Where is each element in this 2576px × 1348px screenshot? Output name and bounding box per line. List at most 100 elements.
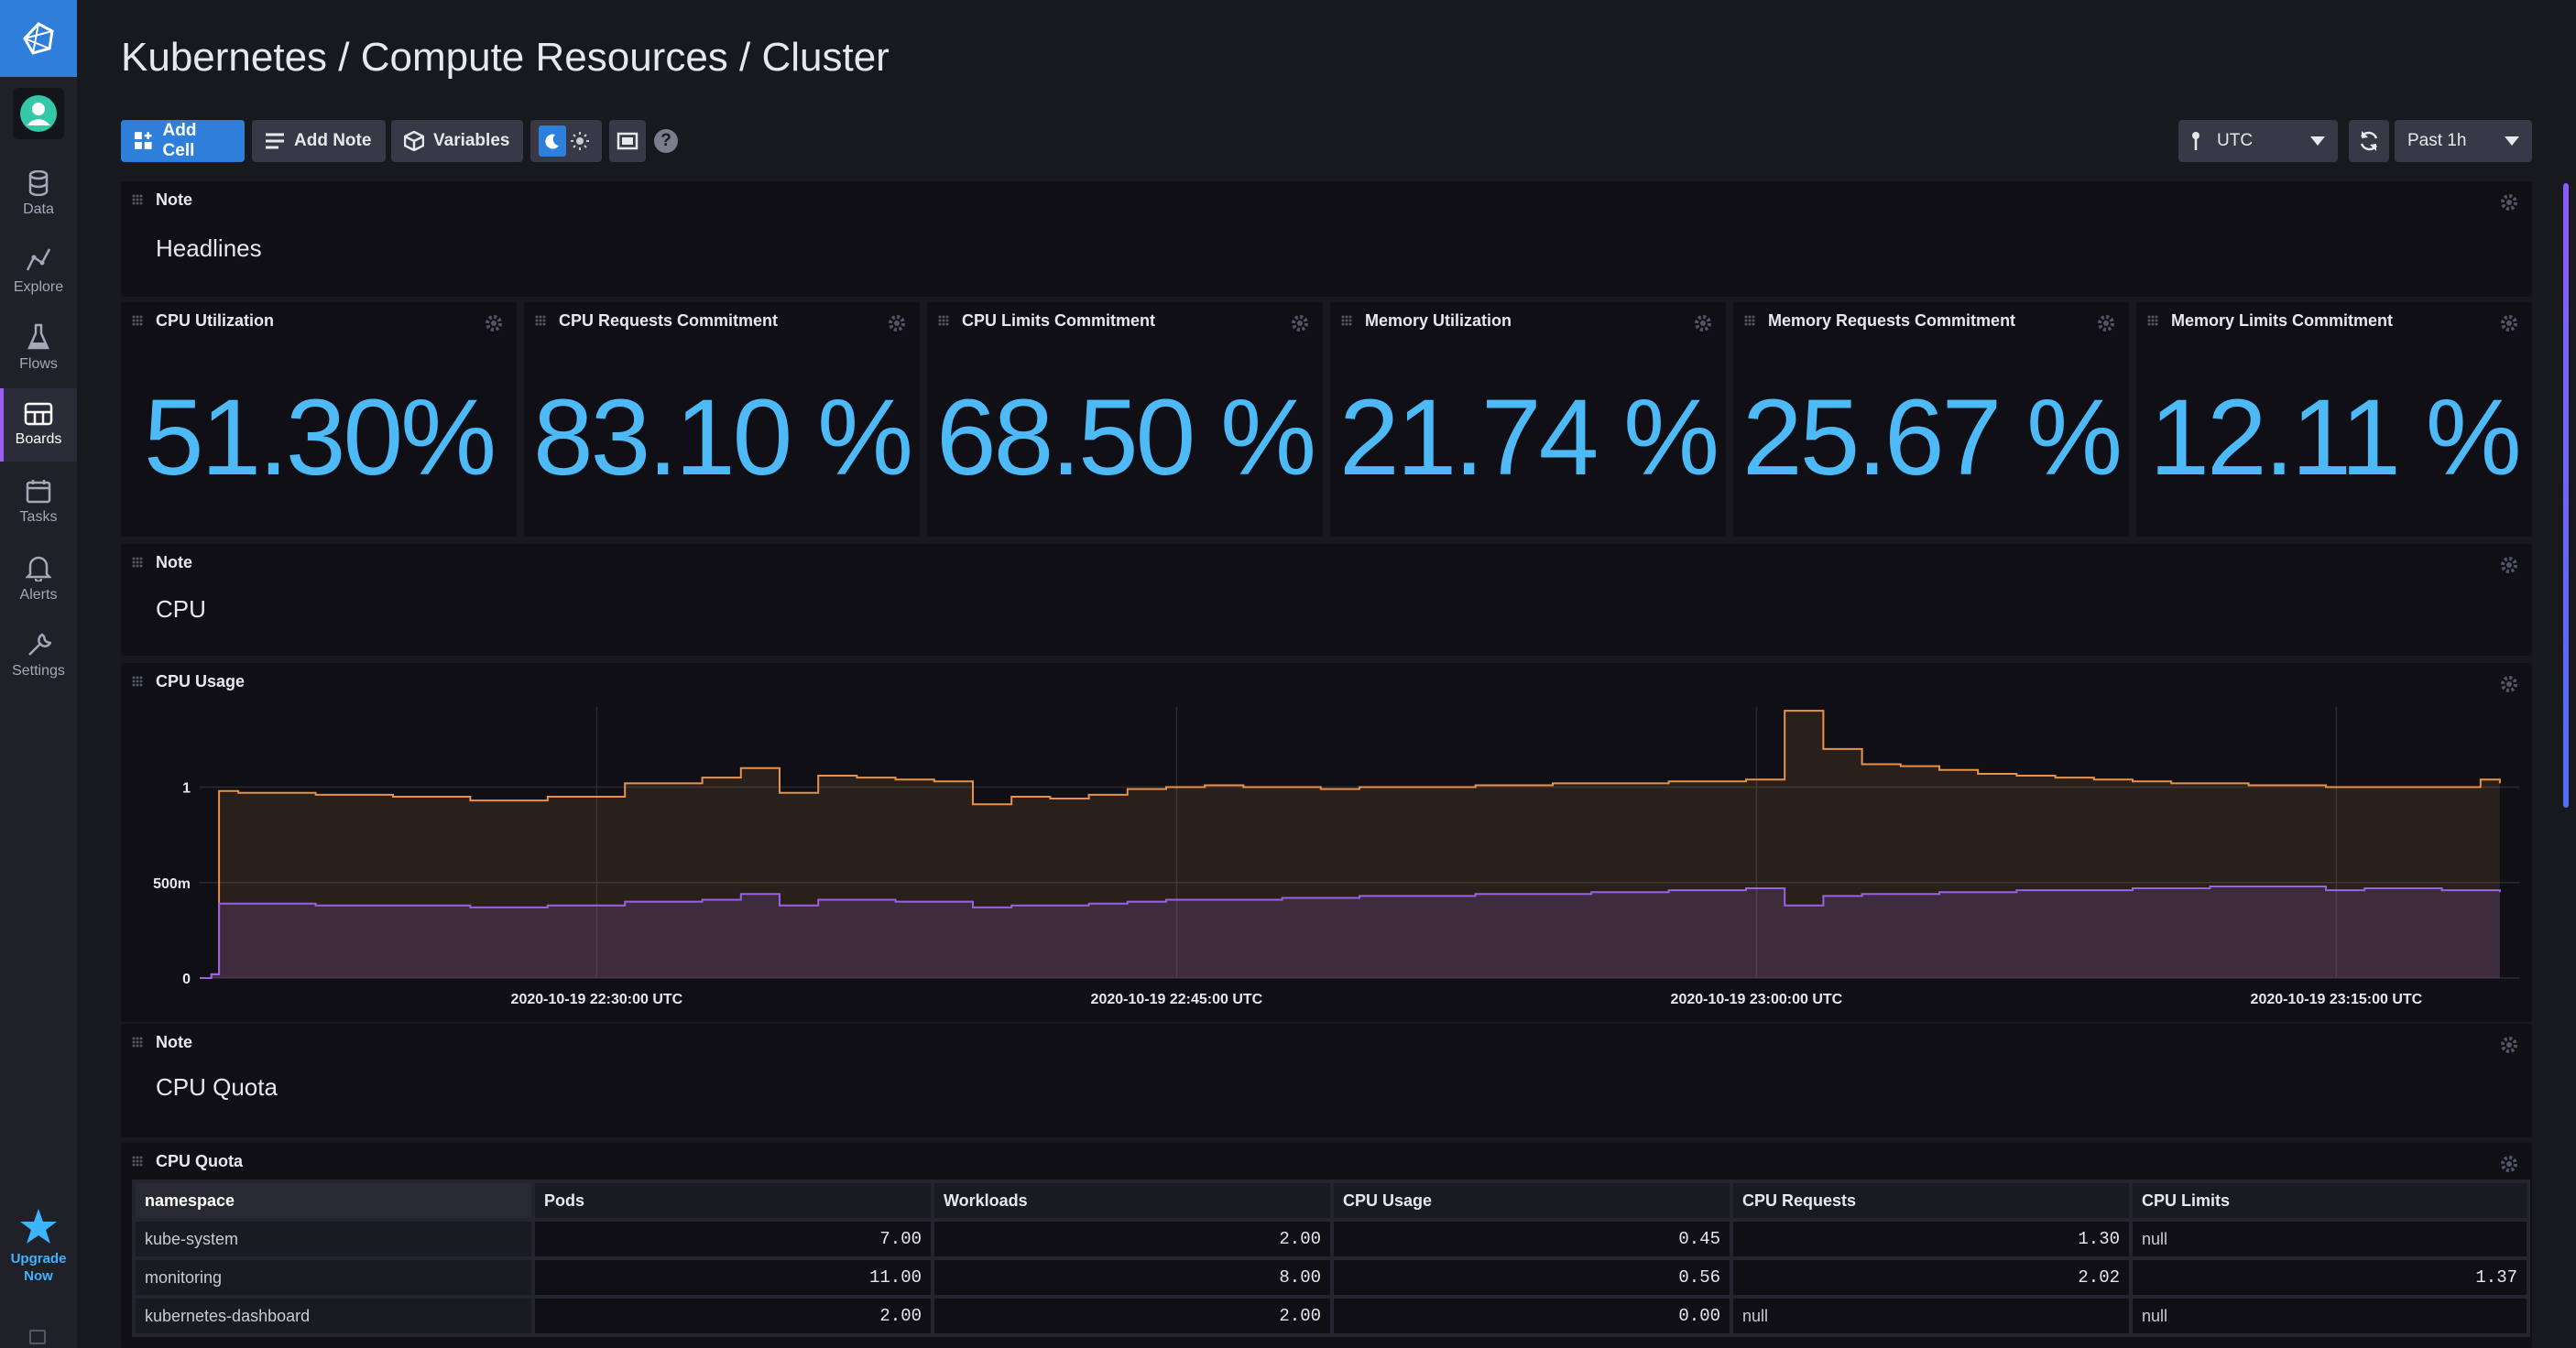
nav-item-boards[interactable]: Boards — [0, 388, 77, 462]
nav-item-explore[interactable]: Explore — [0, 234, 77, 308]
variables-button[interactable]: Variables — [391, 120, 523, 162]
drag-handle-icon[interactable] — [132, 1156, 143, 1167]
gear-icon[interactable] — [2096, 313, 2116, 333]
table-header[interactable]: CPU Requests — [1730, 1180, 2133, 1222]
collapse-nav-icon[interactable] — [29, 1330, 46, 1344]
theme-toggle[interactable] — [530, 120, 602, 162]
time-range-dropdown[interactable]: Past 1h — [2395, 120, 2532, 162]
nav-item-alerts[interactable]: Alerts — [0, 542, 77, 615]
bell-icon — [26, 556, 51, 582]
table-header[interactable]: namespace — [132, 1180, 535, 1222]
nav-item-tasks[interactable]: Tasks — [0, 465, 77, 538]
note-icon — [266, 133, 284, 149]
timezone-dropdown[interactable]: UTC — [2178, 120, 2338, 162]
stat-value: 51.30% — [143, 377, 497, 498]
x-tick-label: 2020-10-19 23:00:00 UTC — [1671, 992, 1843, 1007]
gear-icon[interactable] — [2499, 313, 2519, 333]
note-text: CPU — [156, 595, 206, 623]
table-header[interactable]: Workloads — [931, 1180, 1334, 1222]
gear-icon[interactable] — [2499, 1154, 2519, 1174]
nav-item-flows[interactable]: Flows — [0, 311, 77, 385]
stat-cell[interactable]: CPU Utilization 51.30% — [121, 302, 517, 537]
timezone-label: UTC — [2217, 131, 2254, 150]
add-note-button[interactable]: Add Note — [252, 120, 386, 162]
refresh-button[interactable] — [2349, 120, 2389, 162]
table-cell: 7.00 — [531, 1218, 934, 1260]
fullscreen-icon — [617, 132, 639, 150]
nav-item-label: Settings — [12, 663, 65, 679]
add-cell-icon — [134, 132, 152, 149]
gear-icon[interactable] — [1290, 313, 1310, 333]
table-cell: 2.00 — [931, 1218, 1334, 1260]
gear-icon[interactable] — [484, 313, 504, 333]
add-cell-button[interactable]: Add Cell — [121, 120, 245, 162]
note-text: CPU Quota — [156, 1073, 278, 1101]
stat-cell[interactable]: Memory Limits Commitment 12.11 % — [2136, 302, 2532, 537]
drag-handle-icon[interactable] — [535, 315, 546, 326]
drag-handle-icon[interactable] — [132, 557, 143, 568]
nav-item-label: Tasks — [19, 509, 58, 525]
table-cell: 1.30 — [1730, 1218, 2133, 1260]
user-avatar[interactable] — [13, 88, 64, 139]
drag-handle-icon[interactable] — [132, 194, 143, 205]
cell-title: Memory Requests Commitment — [1768, 311, 2016, 330]
table-header[interactable]: Pods — [531, 1180, 934, 1222]
cpu-usage-chart[interactable]: 0 500m 1 2020-10-19 22:30:00 UTC 2020-10-19 … — [121, 663, 2532, 1022]
nav-item-settings[interactable]: Settings — [0, 619, 77, 692]
table-cell: 0.00 — [1330, 1295, 1733, 1337]
influxdb-logo-icon[interactable] — [0, 0, 77, 77]
stat-cell[interactable]: Memory Utilization 21.74 % — [1330, 302, 1726, 537]
pin-icon — [2192, 132, 2199, 150]
calendar-icon — [26, 480, 51, 504]
stat-cell[interactable]: CPU Requests Commitment 83.10 % — [524, 302, 920, 537]
nav-item-label: Explore — [13, 279, 64, 295]
gear-icon[interactable] — [1693, 313, 1713, 333]
light-theme-sun-icon[interactable] — [566, 125, 594, 157]
upgrade-label: Upgrade — [10, 1251, 67, 1266]
gear-icon[interactable] — [2499, 1035, 2519, 1055]
stat-cell[interactable]: CPU Limits Commitment 68.50 % — [927, 302, 1323, 537]
drag-handle-icon[interactable] — [2147, 315, 2158, 326]
note-cell-cpu[interactable]: Note CPU — [121, 544, 2532, 656]
dashboard-scrollbar[interactable] — [2563, 183, 2569, 808]
nav-item-data[interactable]: Data — [0, 158, 77, 231]
caret-down-icon — [2310, 136, 2325, 146]
gear-icon[interactable] — [2499, 192, 2519, 212]
stat-value: 83.10 % — [533, 377, 913, 498]
caret-down-icon — [2505, 136, 2519, 146]
note-text: Headlines — [156, 234, 262, 262]
graph-icon — [26, 248, 51, 271]
x-tick-label: 2020-10-19 22:30:00 UTC — [511, 992, 683, 1007]
table-header[interactable]: CPU Limits — [2129, 1180, 2530, 1222]
table-cell: 0.56 — [1330, 1256, 1733, 1299]
refresh-icon — [2360, 131, 2378, 151]
y-tick-label: 500m — [153, 876, 191, 892]
drag-handle-icon[interactable] — [1341, 315, 1352, 326]
upgrade-label: Now — [24, 1268, 53, 1284]
presentation-mode-button[interactable] — [609, 120, 646, 162]
drag-handle-icon[interactable] — [132, 1037, 143, 1048]
cell-title: Note — [156, 190, 192, 209]
gear-icon[interactable] — [887, 313, 907, 333]
note-cell-cpu-quota[interactable]: Note CPU Quota — [121, 1024, 2532, 1137]
drag-handle-icon[interactable] — [132, 315, 143, 326]
cpu-usage-cell[interactable]: CPU Usage 0 500m 1 2020-10-19 22:30:00 UTC 2… — [121, 663, 2532, 1022]
note-cell-headlines[interactable]: Note Headlines — [121, 181, 2532, 297]
table-cell: null — [2129, 1218, 2530, 1260]
table-header[interactable]: CPU Usage — [1330, 1180, 1733, 1222]
gear-icon[interactable] — [2499, 555, 2519, 575]
help-icon[interactable]: ? — [654, 129, 678, 153]
nav-item-label: Boards — [15, 431, 62, 447]
table-cell: 11.00 — [531, 1256, 934, 1299]
cell-title: CPU Requests Commitment — [559, 311, 779, 330]
upgrade-now-link[interactable]: Upgrade Now — [0, 1207, 77, 1285]
wrench-icon — [28, 633, 51, 656]
y-tick-label: 1 — [182, 781, 191, 797]
table-cell: 1.37 — [2129, 1256, 2530, 1299]
table-row: kubernetes-dashboard 2.00 2.00 0.00 null null — [132, 1295, 2530, 1337]
dark-theme-moon-icon[interactable] — [539, 125, 566, 157]
drag-handle-icon[interactable] — [938, 315, 949, 326]
cpu-quota-table: namespace Pods Workloads CPU Usage CPU Reque… — [132, 1180, 2530, 1337]
stat-cell[interactable]: Memory Requests Commitment 25.67 % — [1733, 302, 2129, 537]
drag-handle-icon[interactable] — [1744, 315, 1755, 326]
